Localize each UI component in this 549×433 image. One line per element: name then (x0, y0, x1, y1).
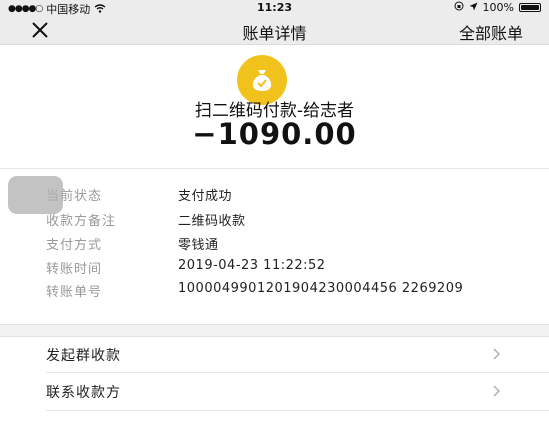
detail-value: 支付成功 (178, 189, 233, 204)
chevron-right-icon (493, 348, 501, 360)
group-collect-row[interactable]: 发起群收款 (0, 336, 549, 372)
close-icon (32, 22, 48, 38)
all-bills-link[interactable]: 全部账单 (459, 20, 523, 44)
lock-rotation-icon (454, 1, 464, 14)
battery-percent: 100% (482, 1, 514, 14)
detail-label: 转账时间 (46, 262, 103, 277)
nav-bar: 账单详情 全部账单 (0, 16, 549, 45)
close-button[interactable] (28, 16, 54, 44)
detail-value: 零钱通 (178, 238, 219, 253)
money-bag-icon (252, 70, 272, 91)
action-label: 发起群收款 (46, 348, 121, 364)
contact-payee-row[interactable]: 联系收款方 (0, 373, 549, 409)
action-label: 联系收款方 (46, 385, 121, 401)
amount: −1090.00 (192, 117, 357, 151)
location-icon (469, 1, 478, 14)
row-divider (46, 410, 549, 411)
status-right: 100% (454, 1, 541, 14)
transaction-id[interactable]: 1000049901201904230004456 2269209 (178, 281, 528, 297)
divider (0, 168, 549, 169)
detail-label: 支付方式 (46, 238, 103, 253)
detail-value: 二维码收款 (178, 214, 246, 229)
battery-icon (519, 3, 541, 12)
detail-value: 2019-04-23 11:22:52 (178, 258, 326, 273)
chevron-right-icon (493, 385, 501, 397)
detail-label: 转账单号 (46, 285, 103, 300)
status-bar: ●●●●○ 中国移动 11:23 100% (0, 0, 549, 16)
assistive-touch-button[interactable] (8, 176, 63, 214)
